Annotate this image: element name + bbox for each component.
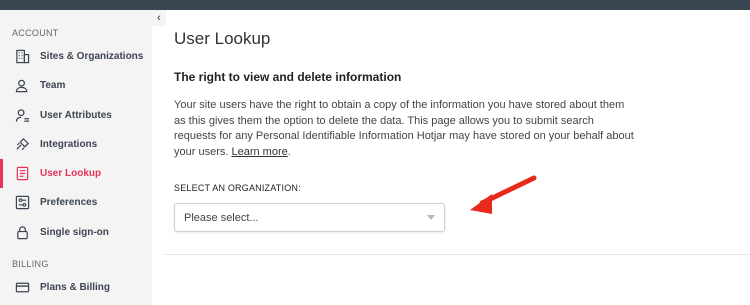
top-bar (0, 0, 750, 10)
sidebar-item-sites-organizations[interactable]: Sites & Organizations (0, 42, 152, 71)
sidebar-section-billing: BILLING (12, 259, 49, 269)
sidebar-item-label: Preferences (40, 197, 98, 208)
description-text: Your site users have the right to obtain… (174, 98, 634, 160)
sidebar-item-user-attributes[interactable]: User Attributes (0, 101, 152, 130)
sidebar-item-label: Integrations (40, 139, 98, 150)
sidebar-item-label: Single sign-on (40, 227, 109, 238)
section-heading: The right to view and delete information (174, 70, 402, 84)
sidebar-item-label: User Lookup (40, 168, 102, 179)
divider (164, 254, 750, 255)
description-suffix: . (287, 145, 291, 158)
sidebar-item-team[interactable]: Team (0, 71, 152, 100)
sidebar-item-label: Team (40, 80, 66, 91)
building-icon (14, 49, 30, 65)
sidebar-item-integrations[interactable]: Integrations (0, 130, 152, 159)
sidebar-item-label: Plans & Billing (40, 282, 111, 293)
chevron-down-icon (427, 215, 435, 220)
users-icon (14, 78, 30, 94)
sidebar-item-label: Sites & Organizations (40, 51, 144, 62)
learn-more-link[interactable]: Learn more (231, 146, 287, 158)
organization-select-value: Please select... (184, 212, 259, 224)
sidebar-item-label: User Attributes (40, 110, 112, 121)
sliders-icon (14, 195, 30, 211)
document-icon (14, 166, 30, 182)
sidebar-item-single-sign-on[interactable]: Single sign-on (0, 218, 152, 247)
credit-card-icon (14, 280, 30, 296)
sidebar-item-plans-billing[interactable]: Plans & Billing (0, 273, 152, 302)
plug-icon (14, 137, 30, 153)
user-attributes-icon (14, 108, 30, 124)
page-title: User Lookup (174, 29, 271, 48)
main-content: User Lookup The right to view and delete… (152, 10, 750, 305)
sidebar-item-user-lookup[interactable]: User Lookup (0, 159, 152, 188)
sidebar: ACCOUNT Sites & Organizations Team User … (0, 10, 152, 305)
sidebar-item-preferences[interactable]: Preferences (0, 188, 152, 217)
sidebar-section-account: ACCOUNT (12, 28, 59, 38)
annotation-arrow-icon (470, 175, 537, 214)
lock-icon (14, 225, 30, 241)
organization-select-label: SELECT AN ORGANIZATION: (174, 183, 301, 193)
organization-select[interactable]: Please select... (174, 203, 445, 232)
